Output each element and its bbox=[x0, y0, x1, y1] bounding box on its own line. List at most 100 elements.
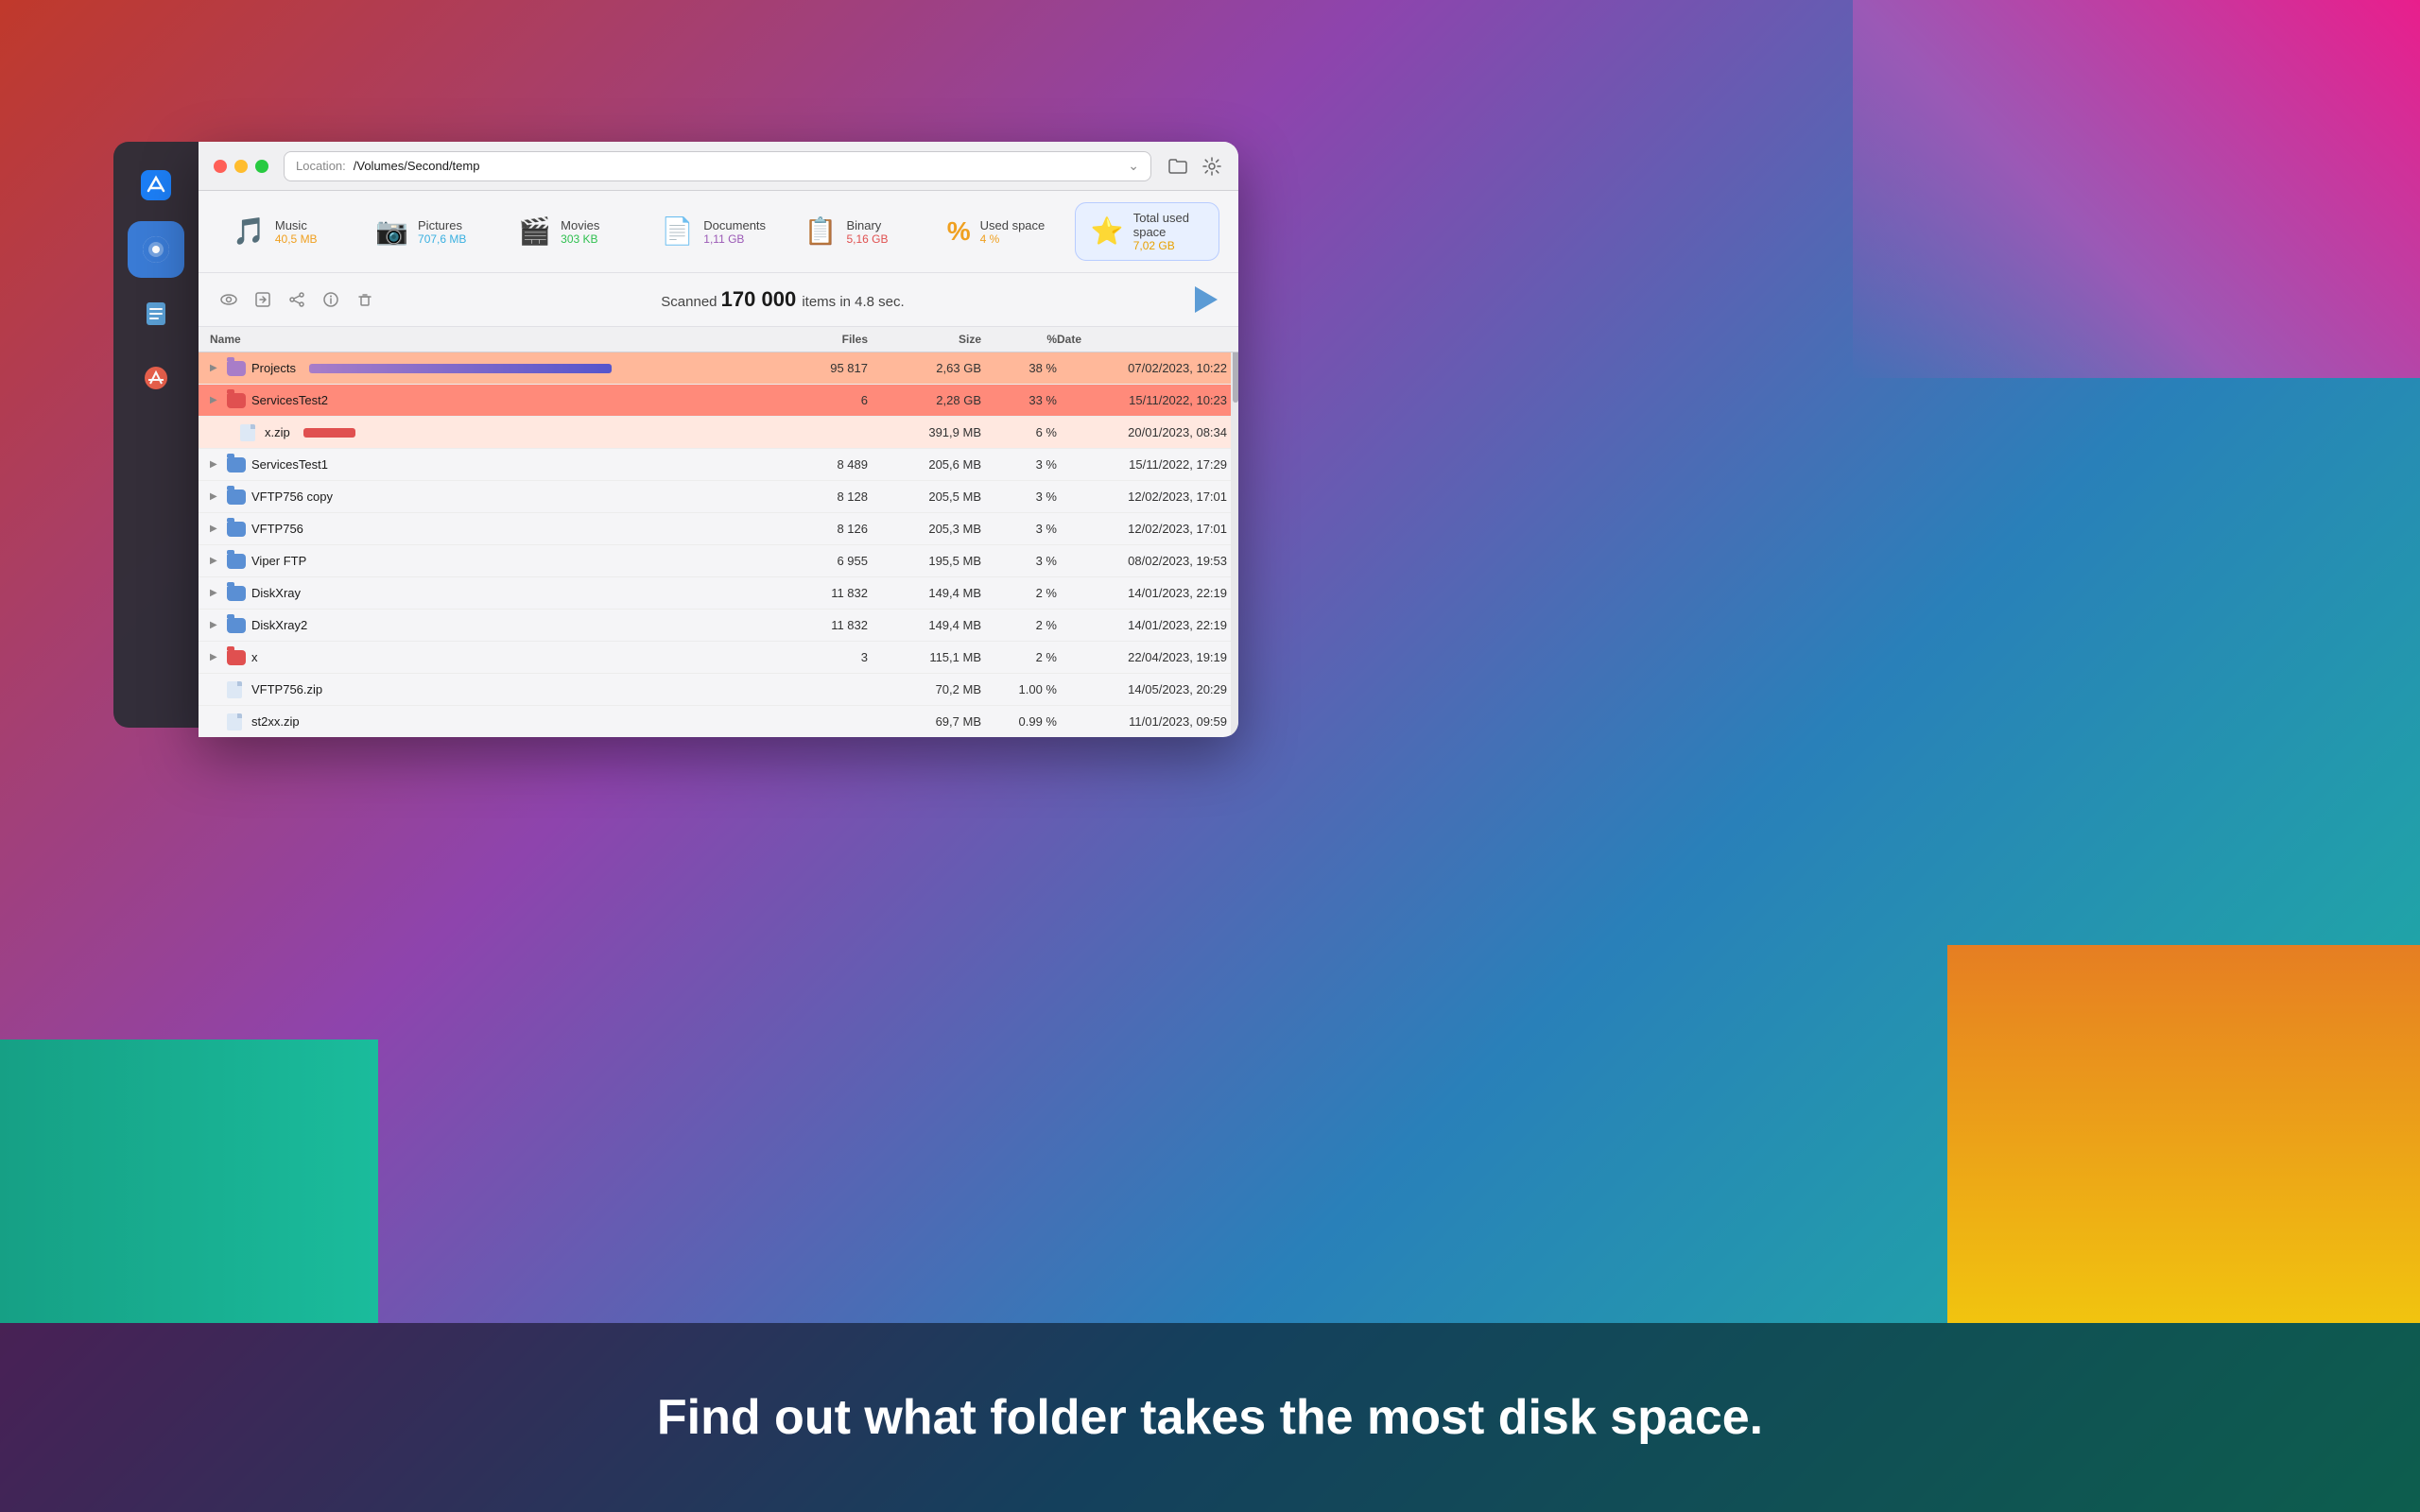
sidebar-item-cleanup[interactable] bbox=[128, 350, 184, 406]
stat-total[interactable]: ⭐ Total used space 7,02 GB bbox=[1075, 202, 1219, 261]
expand-icon[interactable]: ▶ bbox=[210, 620, 221, 630]
binary-icon: 📋 bbox=[804, 218, 838, 245]
expand-icon[interactable]: ▶ bbox=[210, 459, 221, 470]
table-row[interactable]: ▶ Viper FTP 6 955 195,5 MB 3 % 08/02/202… bbox=[199, 545, 1238, 577]
expand-icon[interactable]: ▶ bbox=[210, 524, 221, 534]
row-files: 6 bbox=[754, 393, 868, 407]
close-button[interactable] bbox=[214, 160, 227, 173]
total-label: Total used space bbox=[1133, 211, 1203, 239]
music-icon: 🎵 bbox=[233, 218, 266, 245]
row-name-text: DiskXray2 bbox=[251, 618, 307, 632]
row-size: 2,63 GB bbox=[868, 361, 981, 375]
movies-label: Movies bbox=[561, 218, 599, 232]
table-row[interactable]: ▶ DiskXray2 11 832 149,4 MB 2 % 14/01/20… bbox=[199, 610, 1238, 642]
row-name-text: Viper FTP bbox=[251, 554, 306, 568]
table-row[interactable]: x.zip 391,9 MB 6 % 20/01/2023, 08:34 bbox=[199, 417, 1238, 449]
action-bar: Scanned 170 000 items in 4.8 sec. bbox=[199, 273, 1238, 327]
row-name-text: x bbox=[251, 650, 258, 664]
settings-icon[interactable] bbox=[1201, 155, 1223, 178]
row-pct: 3 % bbox=[981, 490, 1057, 504]
folder-open-icon[interactable] bbox=[1167, 155, 1189, 178]
row-date: 14/01/2023, 22:19 bbox=[1057, 586, 1227, 600]
pictures-icon: 📷 bbox=[375, 218, 408, 245]
location-chevron-icon[interactable]: ⌄ bbox=[1128, 158, 1139, 174]
main-window: Location: /Volumes/Second/temp ⌄ 🎵 bbox=[199, 142, 1238, 737]
scrollbar[interactable] bbox=[1231, 327, 1238, 737]
row-pct: 38 % bbox=[981, 361, 1057, 375]
expand-icon[interactable]: ▶ bbox=[210, 395, 221, 405]
row-size: 149,4 MB bbox=[868, 618, 981, 632]
eye-button[interactable] bbox=[214, 284, 244, 315]
music-value: 40,5 MB bbox=[275, 232, 318, 246]
row-date: 20/01/2023, 08:34 bbox=[1057, 425, 1227, 439]
row-pct: 33 % bbox=[981, 393, 1057, 407]
stat-used-space[interactable]: % Used space 4 % bbox=[932, 211, 1075, 253]
row-name-text: Projects bbox=[251, 361, 296, 375]
stat-movies[interactable]: 🎬 Movies 303 KB bbox=[503, 211, 646, 253]
folder-icon bbox=[227, 522, 246, 537]
caption: Find out what folder takes the most disk… bbox=[0, 1323, 2420, 1512]
folder-icon bbox=[227, 618, 246, 633]
sidebar-item-docs[interactable] bbox=[128, 285, 184, 342]
table-row[interactable]: ▶ Projects 95 817 2,63 GB 38 % 07/02/202… bbox=[199, 352, 1238, 385]
bg-top-right bbox=[1853, 0, 2420, 378]
table-row[interactable]: ▶ VFTP756 8 126 205,3 MB 3 % 12/02/2023,… bbox=[199, 513, 1238, 545]
scroll-thumb[interactable] bbox=[1233, 346, 1238, 403]
scan-prefix: Scanned bbox=[661, 294, 717, 310]
table-row[interactable]: ▶ ServicesTest2 6 2,28 GB 33 % 15/11/202… bbox=[199, 385, 1238, 417]
folder-icon bbox=[227, 457, 246, 472]
row-pct: 2 % bbox=[981, 618, 1057, 632]
row-name-text: DiskXray bbox=[251, 586, 301, 600]
expand-icon[interactable]: ▶ bbox=[210, 556, 221, 566]
table-row[interactable]: ▶ ServicesTest1 8 489 205,6 MB 3 % 15/11… bbox=[199, 449, 1238, 481]
row-size: 2,28 GB bbox=[868, 393, 981, 407]
row-size: 205,5 MB bbox=[868, 490, 981, 504]
table-row[interactable]: ▶ VFTP756.zip 70,2 MB 1.00 % 14/05/2023,… bbox=[199, 674, 1238, 706]
sidebar-item-appstore[interactable] bbox=[128, 157, 184, 214]
delete-button[interactable] bbox=[350, 284, 380, 315]
stat-binary[interactable]: 📋 Binary 5,16 GB bbox=[789, 211, 932, 253]
table-row[interactable]: ▶ DiskXray 11 832 149,4 MB 2 % 14/01/202… bbox=[199, 577, 1238, 610]
location-bar[interactable]: Location: /Volumes/Second/temp ⌄ bbox=[284, 151, 1151, 181]
maximize-button[interactable] bbox=[255, 160, 268, 173]
col-date: Date bbox=[1057, 333, 1227, 346]
play-button[interactable] bbox=[1185, 281, 1223, 318]
share-button[interactable] bbox=[282, 284, 312, 315]
col-name: Name bbox=[210, 333, 754, 346]
export-button[interactable] bbox=[248, 284, 278, 315]
col-size: Size bbox=[868, 333, 981, 346]
minimize-button[interactable] bbox=[234, 160, 248, 173]
row-name-text: st2xx.zip bbox=[251, 714, 300, 729]
row-date: 12/02/2023, 17:01 bbox=[1057, 490, 1227, 504]
table-row[interactable]: ▶ st2xx.zip 69,7 MB 0.99 % 11/01/2023, 0… bbox=[199, 706, 1238, 737]
row-size: 391,9 MB bbox=[868, 425, 981, 439]
table-row[interactable]: ▶ VFTP756 copy 8 128 205,5 MB 3 % 12/02/… bbox=[199, 481, 1238, 513]
expand-icon[interactable]: ▶ bbox=[210, 491, 221, 502]
sidebar-item-disk[interactable] bbox=[128, 221, 184, 278]
row-date: 22/04/2023, 19:19 bbox=[1057, 650, 1227, 664]
row-pct: 2 % bbox=[981, 650, 1057, 664]
row-date: 14/05/2023, 20:29 bbox=[1057, 682, 1227, 696]
stat-pictures[interactable]: 📷 Pictures 707,6 MB bbox=[360, 211, 503, 253]
stat-music[interactable]: 🎵 Music 40,5 MB bbox=[217, 211, 360, 253]
row-name-text: VFTP756 bbox=[251, 522, 303, 536]
folder-icon bbox=[227, 490, 246, 505]
info-button[interactable] bbox=[316, 284, 346, 315]
caption-text: Find out what folder takes the most disk… bbox=[657, 1388, 1763, 1447]
file-icon bbox=[227, 681, 242, 698]
expand-icon[interactable]: ▶ bbox=[210, 363, 221, 373]
music-label: Music bbox=[275, 218, 318, 232]
row-pct: 0.99 % bbox=[981, 714, 1057, 729]
stat-documents[interactable]: 📄 Documents 1,11 GB bbox=[646, 211, 788, 253]
titlebar: Location: /Volumes/Second/temp ⌄ bbox=[199, 142, 1238, 191]
row-files: 11 832 bbox=[754, 618, 868, 632]
row-pct: 3 % bbox=[981, 457, 1057, 472]
movies-icon: 🎬 bbox=[518, 218, 551, 245]
row-name-text: x.zip bbox=[265, 425, 290, 439]
expand-icon[interactable]: ▶ bbox=[210, 588, 221, 598]
sidebar bbox=[113, 142, 199, 728]
expand-icon[interactable]: ▶ bbox=[210, 652, 221, 662]
row-files: 11 832 bbox=[754, 586, 868, 600]
pictures-label: Pictures bbox=[418, 218, 466, 232]
table-row[interactable]: ▶ x 3 115,1 MB 2 % 22/04/2023, 19:19 bbox=[199, 642, 1238, 674]
